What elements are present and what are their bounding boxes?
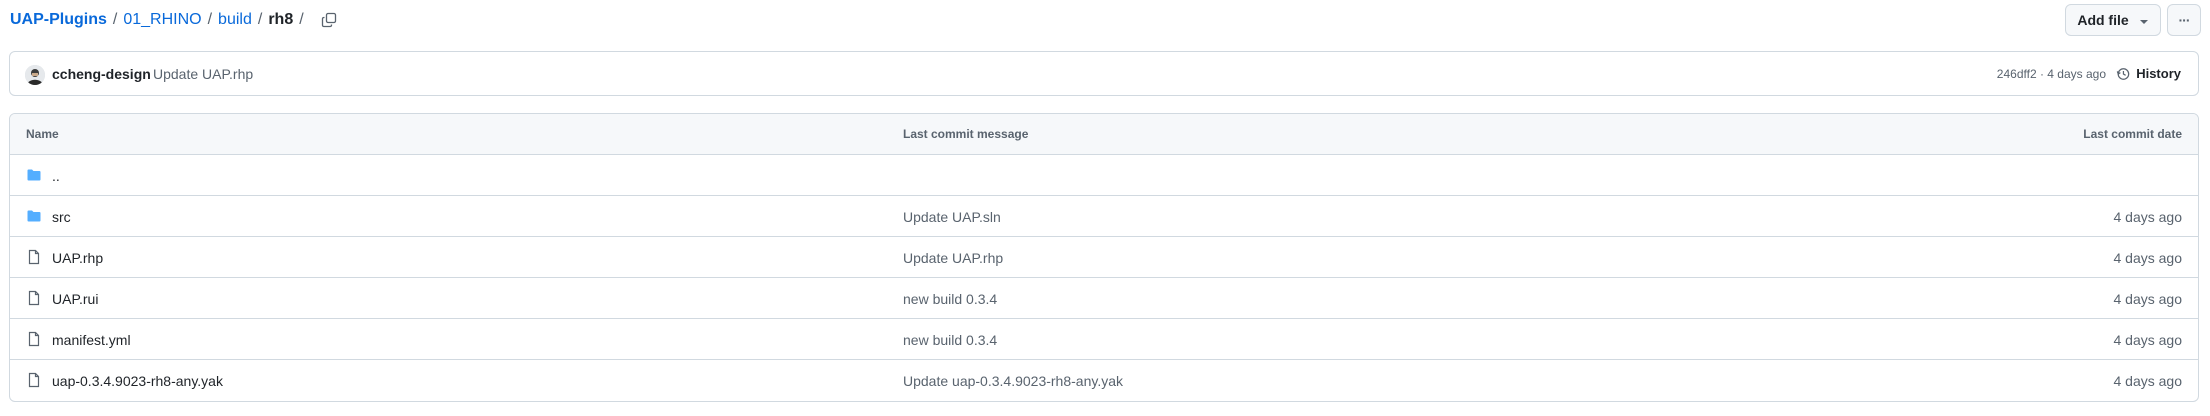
table-header: Name Last commit message Last commit dat… (10, 114, 2198, 155)
commit-date: 4 days ago (2113, 332, 2183, 348)
commit-date: 4 days ago (2113, 209, 2183, 225)
breadcrumb-trailing-separator: / (299, 11, 304, 28)
history-label: History (2136, 66, 2181, 81)
breadcrumb-separator: / (207, 11, 213, 28)
commit-message-link[interactable]: new build 0.3.4 (903, 289, 997, 309)
column-header-last-commit-message: Last commit message (903, 127, 1029, 141)
commit-hash-and-time[interactable]: 246dff2 · 4 days ago (1997, 65, 2106, 83)
commit-message-link[interactable]: new build 0.3.4 (903, 330, 997, 350)
file-name-link[interactable]: UAP.rui (52, 289, 98, 309)
chevron-down-icon (2139, 12, 2149, 28)
table-row-parent-directory[interactable]: .. (10, 155, 2198, 196)
folder-icon (26, 167, 42, 183)
file-name-link[interactable]: .. (52, 166, 60, 186)
table-row[interactable]: UAP.rui new build 0.3.4 4 days ago (10, 278, 2198, 319)
commit-message-link[interactable]: Update UAP.sln (903, 207, 1001, 227)
file-name-link[interactable]: src (52, 207, 71, 227)
avatar[interactable] (25, 65, 45, 85)
file-table: Name Last commit message Last commit dat… (9, 113, 2199, 402)
table-row[interactable]: uap-0.3.4.9023-rh8-any.yak Update uap-0.… (10, 360, 2198, 401)
top-bar: UAP-Plugins / 01_RHINO / build / rh8 / A… (0, 0, 2210, 40)
column-header-last-commit-date: Last commit date (2083, 127, 2182, 141)
table-row[interactable]: UAP.rhp Update UAP.rhp 4 days ago (10, 237, 2198, 278)
breadcrumb-separator: / (112, 11, 118, 28)
history-icon (2116, 68, 2130, 80)
latest-commit-box: ccheng-design Update UAP.rhp 246dff2 · 4… (9, 51, 2199, 96)
table-row[interactable]: src Update UAP.sln 4 days ago (10, 196, 2198, 237)
file-name-link[interactable]: uap-0.3.4.9023-rh8-any.yak (52, 371, 223, 391)
commit-message-link[interactable]: Update UAP.rhp (153, 64, 253, 84)
commit-date: 4 days ago (2113, 250, 2183, 266)
table-row[interactable]: manifest.yml new build 0.3.4 4 days ago (10, 319, 2198, 360)
file-icon (26, 372, 42, 388)
breadcrumb-current: rh8 (268, 11, 294, 28)
folder-icon (26, 208, 42, 224)
commit-date: 4 days ago (2113, 373, 2183, 389)
copy-icon[interactable] (320, 11, 338, 29)
breadcrumb-segment-build[interactable]: build (218, 8, 252, 32)
history-button[interactable]: History (2116, 64, 2181, 84)
breadcrumb-separator: / (257, 11, 263, 28)
breadcrumb-segment-01-rhino[interactable]: 01_RHINO (123, 8, 201, 32)
commit-message-link[interactable]: Update UAP.rhp (903, 248, 1003, 268)
column-header-name: Name (26, 127, 59, 141)
commit-author-link[interactable]: ccheng-design (52, 64, 151, 84)
more-options-button[interactable]: ··· (2167, 4, 2201, 36)
breadcrumb-repo-link[interactable]: UAP-Plugins (10, 8, 107, 32)
commit-date: 4 days ago (2113, 291, 2183, 307)
file-icon (26, 331, 42, 347)
kebab-horizontal-icon: ··· (2178, 12, 2191, 28)
add-file-button[interactable]: Add file (2065, 4, 2161, 36)
file-name-link[interactable]: manifest.yml (52, 330, 131, 350)
file-icon (26, 249, 42, 265)
breadcrumb: UAP-Plugins / 01_RHINO / build / rh8 / (10, 8, 338, 32)
file-icon (26, 290, 42, 306)
add-file-label: Add file (2077, 12, 2129, 28)
file-name-link[interactable]: UAP.rhp (52, 248, 103, 268)
commit-message-link[interactable]: Update uap-0.3.4.9023-rh8-any.yak (903, 371, 1123, 391)
